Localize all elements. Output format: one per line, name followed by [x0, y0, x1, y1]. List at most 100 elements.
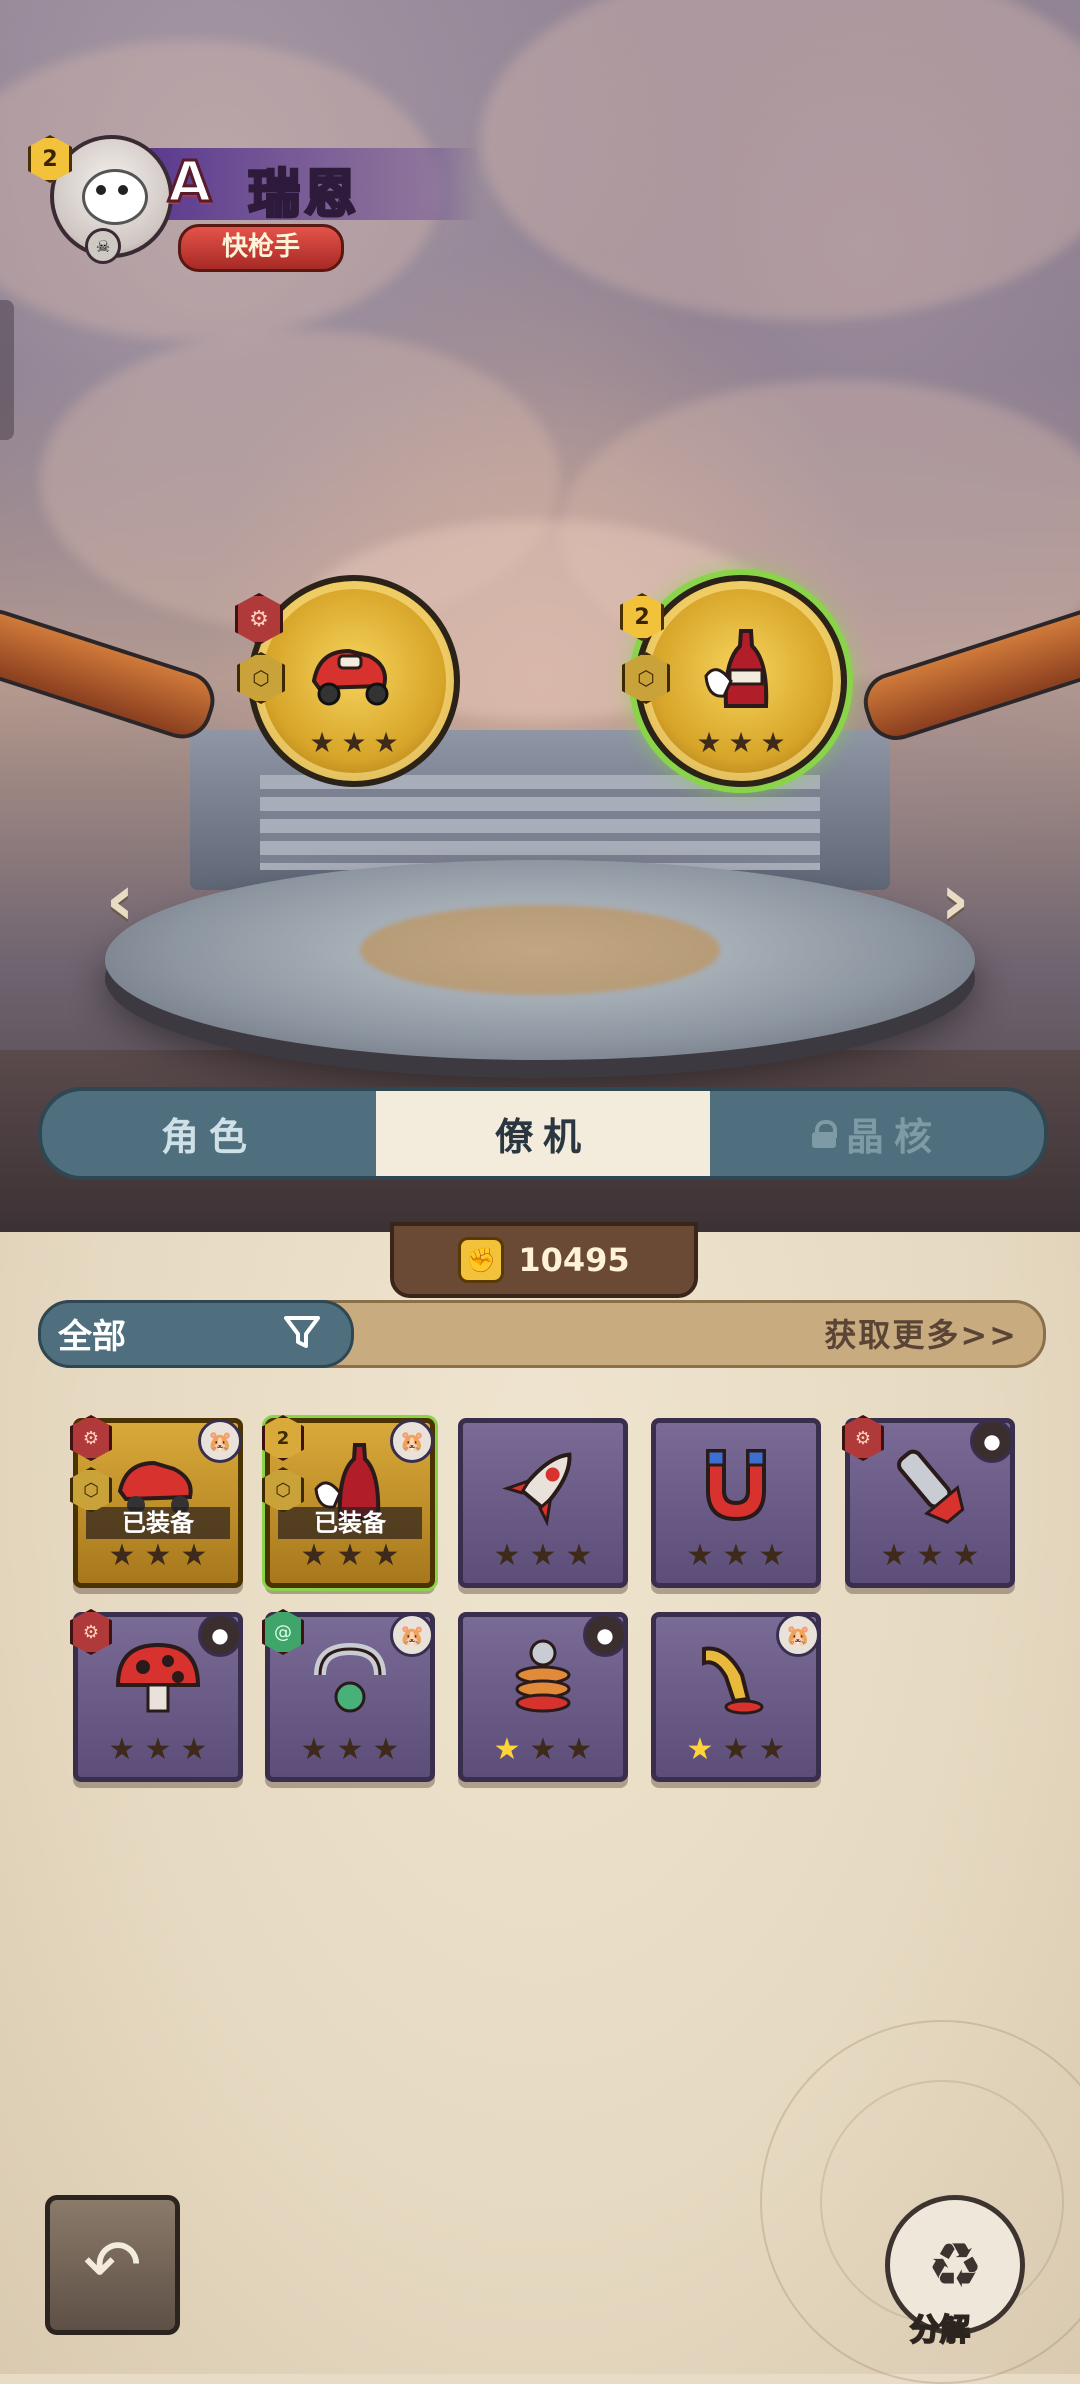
skull-icon: ☠ [85, 228, 121, 264]
slot-star-row: ★ ★ ★ [304, 729, 404, 757]
hero-name: 瑞恩 [246, 164, 361, 227]
star-icon: ★ [758, 1732, 786, 1767]
horn-icon [702, 1646, 764, 1715]
star-icon: ★ [180, 1538, 208, 1573]
get-more-link[interactable]: 获取更多>> [824, 1310, 1018, 1356]
rarity-gear-icon: ⚙ [70, 1415, 112, 1461]
item-level-badge: 2 [262, 1415, 304, 1461]
owner-avatar-icon: 🐹 [776, 1613, 820, 1657]
star-icon: ★ [758, 1538, 786, 1573]
owner-avatar-icon: ● [970, 1419, 1014, 1463]
inventory-card[interactable]: 已装备 ★ ★ ★ ⚙ ⬡ 🐹 [70, 1415, 243, 1588]
star-icon: ★ [341, 726, 367, 759]
decompose-label: 分解 [909, 2312, 971, 2349]
star-icon: ★ [916, 1538, 944, 1573]
ring-claw-icon [314, 1642, 386, 1713]
prev-arrow-icon[interactable]: ‹ [90, 860, 150, 940]
inventory-card[interactable]: ★ ★ ★ [651, 1418, 821, 1588]
tab-crystal-core[interactable]: 晶核 [710, 1091, 1044, 1176]
rarity-swirl-icon: @ [262, 1609, 304, 1655]
owner-avatar-icon: ● [198, 1613, 242, 1657]
roller-skate-icon [311, 648, 389, 706]
avatar-eye [96, 185, 106, 195]
rarity-gear-icon: ⚙ [842, 1415, 884, 1461]
owner-avatar-icon: 🐹 [390, 1419, 434, 1463]
tab-character[interactable]: 角色 [42, 1091, 376, 1176]
tab-wingman[interactable]: 僚机 [376, 1091, 710, 1176]
star-icon: ★ [372, 1732, 400, 1767]
inventory-card[interactable]: ★ ★ ★ 🐹 [651, 1612, 821, 1782]
back-arrow-icon: ↶ [83, 2224, 142, 2306]
tab-label: 僚机 [494, 1115, 591, 1159]
star-icon: ★ [300, 1538, 328, 1573]
card-star-row: ★ ★ ★ [868, 1541, 992, 1571]
platform-steps [260, 775, 820, 870]
cannon-icon [897, 1449, 965, 1525]
star-icon: ★ [108, 1538, 136, 1573]
star-icon: ★ [880, 1538, 908, 1573]
star-icon: ★ [493, 1538, 521, 1573]
avatar-face [82, 169, 148, 225]
star-icon: ★ [180, 1732, 208, 1767]
star-icon: ★ [952, 1538, 980, 1573]
slot-star-row: ★ ★ ★ [691, 729, 791, 757]
card-star-row: ★ ★ ★ [96, 1735, 220, 1765]
rocket-icon [502, 1452, 572, 1527]
mushroom-icon [115, 1642, 201, 1713]
fist-icon: ✊ [458, 1237, 505, 1283]
equipped-label: 已装备 [278, 1507, 422, 1539]
card-star-row: ★ ★ ★ [288, 1735, 412, 1765]
funnel-icon[interactable] [282, 1312, 322, 1352]
hero-rank: A [166, 149, 212, 217]
star-icon: ★ [529, 1732, 557, 1767]
star-icon: ★ [144, 1732, 172, 1767]
currency-display: ✊ 10495 [390, 1222, 698, 1298]
inventory-card[interactable]: ★ ★ ★ ● [458, 1612, 628, 1782]
inventory-card[interactable]: ★ ★ ★ ⚙ ● [70, 1609, 243, 1782]
star-icon: ★ [728, 726, 754, 759]
star-icon: ★ [722, 1538, 750, 1573]
card-star-row: ★ ★ ★ [96, 1541, 220, 1571]
inventory-card[interactable]: ★ ★ ★ ⚙ ● [842, 1415, 1015, 1588]
card-star-row: ★ ★ ★ [288, 1541, 412, 1571]
platform-emblem [360, 905, 720, 995]
star-icon: ★ [336, 1732, 364, 1767]
inventory-card[interactable]: 已装备 ★ ★ ★ 2 ⬡ 🐹 [262, 1415, 435, 1588]
star-icon: ★ [686, 1732, 714, 1767]
star-icon: ★ [722, 1732, 750, 1767]
star-icon: ★ [760, 726, 786, 759]
owner-avatar-icon: ● [583, 1613, 627, 1657]
star-icon: ★ [565, 1732, 593, 1767]
equipped-label: 已装备 [86, 1507, 230, 1539]
filter-label: 全部 [58, 1317, 126, 1357]
inventory-card[interactable]: ★ ★ ★ [458, 1418, 628, 1588]
owner-avatar-icon: 🐹 [198, 1419, 242, 1463]
star-icon: ★ [565, 1538, 593, 1573]
currency-amount: 10495 [518, 1241, 630, 1279]
hero-title-badge: 快枪手 [178, 224, 344, 272]
star-icon: ★ [144, 1538, 172, 1573]
star-icon: ★ [372, 1538, 400, 1573]
inventory-card[interactable]: ★ ★ ★ @ 🐹 [262, 1609, 435, 1782]
star-icon: ★ [108, 1732, 136, 1767]
next-arrow-icon[interactable]: › [925, 860, 985, 940]
card-star-row: ★ ★ ★ [481, 1735, 605, 1765]
tab-label: 角色 [160, 1115, 257, 1159]
star-icon: ★ [686, 1538, 714, 1573]
card-star-row: ★ ★ ★ [674, 1541, 798, 1571]
lock-icon [811, 1119, 837, 1148]
hangar-scene: ‹ › 2 ☠ A 瑞恩 快枪手 ★ ★ ★ ⚙ ⬡ ★ ★ ★ 2 ⬡ 角色 … [0, 0, 1080, 1235]
card-star-row: ★ ★ ★ [674, 1735, 798, 1765]
mechanical-arm-left [0, 601, 223, 747]
star-icon: ★ [336, 1538, 364, 1573]
back-button[interactable]: ↶ [45, 2195, 180, 2335]
recycle-icon: ♻ [927, 2228, 983, 2302]
star-icon: ★ [373, 726, 399, 759]
cola-bottle-icon [704, 629, 769, 708]
side-drawer-handle[interactable] [0, 300, 14, 440]
star-icon: ★ [309, 726, 335, 759]
card-star-row: ★ ★ ★ [481, 1541, 605, 1571]
owner-avatar-icon: 🐹 [390, 1613, 434, 1657]
star-icon: ★ [300, 1732, 328, 1767]
spring-bomb-icon [515, 1639, 571, 1713]
